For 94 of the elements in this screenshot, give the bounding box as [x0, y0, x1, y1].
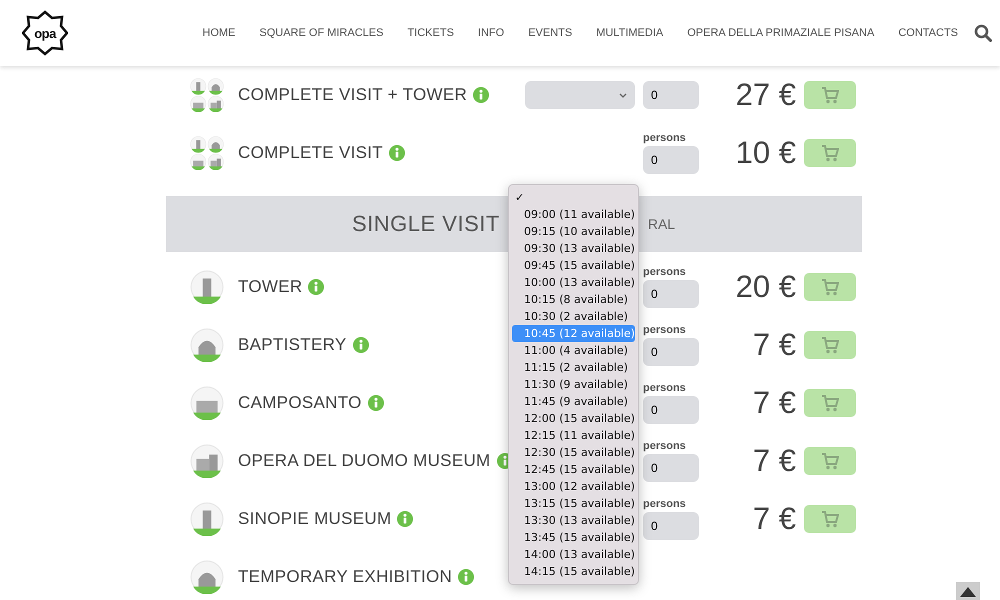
monument-icon: [190, 328, 224, 362]
time-dropdown-menu[interactable]: [508, 184, 639, 585]
time-option[interactable]: 10:30 (2 available): [512, 308, 635, 325]
time-option[interactable]: 11:45 (9 available): [512, 393, 635, 410]
quantity-field[interactable]: 0: [643, 81, 699, 109]
nav-link[interactable]: MULTIMEDIA: [584, 27, 676, 39]
ticket-name: COMPLETE VISIT + TOWER: [238, 85, 468, 105]
info-icon[interactable]: [458, 569, 474, 585]
ticket-name: SINOPIE MUSEUM: [238, 509, 392, 529]
time-option[interactable]: 11:15 (2 available): [512, 359, 635, 376]
monument-icon: [190, 270, 224, 304]
time-option[interactable]: 10:15 (8 available): [512, 291, 635, 308]
info-icon[interactable]: [368, 395, 384, 411]
price: 10 €: [734, 135, 796, 171]
time-option[interactable]: 12:45 (15 available): [512, 461, 635, 478]
add-to-cart-button[interactable]: [804, 331, 856, 359]
time-option[interactable]: 09:30 (13 available): [512, 240, 635, 257]
info-icon[interactable]: [352, 337, 368, 353]
ticket-name: OPERA DEL DUOMO MUSEUM: [238, 451, 491, 471]
quantity-field[interactable]: 0: [643, 454, 699, 482]
time-option[interactable]: 11:30 (9 available): [512, 376, 635, 393]
time-option[interactable]: 13:00 (12 available): [512, 478, 635, 495]
chevron-down-icon[interactable]: [619, 93, 627, 98]
quantity-field[interactable]: 0: [643, 338, 699, 366]
nav-link[interactable]: OPERA DELLA PRIMAZIALE PISANA: [675, 27, 886, 39]
scroll-up-icon[interactable]: [959, 584, 977, 598]
price: 7 €: [752, 327, 796, 363]
time-option[interactable]: 09:45 (15 available): [512, 257, 635, 274]
quantity-field[interactable]: 0: [643, 146, 699, 174]
ticket-name: TEMPORARY EXHIBITION: [238, 567, 452, 587]
time-option[interactable]: 13:45 (15 available): [512, 529, 635, 546]
persons-label: persons: [643, 132, 686, 144]
cart-icon: [821, 144, 839, 162]
time-option[interactable]: 10:00 (13 available): [512, 274, 635, 291]
quantity-field[interactable]: 0: [643, 512, 699, 540]
monument-icon: [190, 444, 224, 478]
persons-label: persons: [643, 498, 686, 510]
time-option[interactable]: 12:00 (15 available): [512, 410, 635, 427]
monument-icon: [190, 502, 224, 536]
ticket-name: COMPLETE VISIT: [238, 143, 383, 163]
persons-label: persons: [643, 324, 686, 336]
cart-icon: [821, 336, 839, 354]
nav-link[interactable]: INFO: [466, 27, 516, 39]
section-title: SINGLE VISIT: [352, 211, 500, 237]
add-to-cart-button[interactable]: [804, 139, 856, 167]
time-option[interactable]: 12:15 (11 available): [512, 427, 635, 444]
add-to-cart-button[interactable]: [804, 273, 856, 301]
cart-icon: [821, 452, 839, 470]
persons-label: persons: [643, 382, 686, 394]
ticket-name: BAPTISTERY: [238, 335, 346, 355]
monument-icon: [190, 386, 224, 420]
price: 7 €: [752, 501, 796, 537]
cart-icon: [821, 510, 839, 528]
ticket-name: TOWER: [238, 277, 302, 297]
persons-label: persons: [643, 440, 686, 452]
quantity-field[interactable]: 0: [643, 396, 699, 424]
price: 7 €: [752, 385, 796, 421]
monuments-icon: [190, 136, 224, 170]
quantity-field[interactable]: 0: [643, 280, 699, 308]
info-icon[interactable]: [473, 87, 490, 103]
nav-link[interactable]: TICKETS: [395, 27, 466, 39]
add-to-cart-button[interactable]: [804, 505, 856, 533]
nav-link[interactable]: HOME: [190, 27, 248, 39]
info-icon[interactable]: [397, 511, 414, 527]
add-to-cart-button[interactable]: [804, 447, 856, 475]
time-option[interactable]: 13:30 (13 available): [512, 512, 635, 529]
nav-link[interactable]: CONTACTS: [886, 27, 970, 39]
search-icon[interactable]: [974, 24, 992, 42]
info-icon[interactable]: [308, 279, 324, 295]
add-to-cart-button[interactable]: [804, 81, 856, 109]
nav-link[interactable]: SQUARE OF MIRACLES: [247, 27, 396, 39]
time-option[interactable]: 13:15 (15 available): [512, 495, 635, 512]
time-option[interactable]: 14:15 (15 available): [512, 563, 635, 580]
cart-icon: [821, 394, 839, 412]
check-mark: ✓: [514, 190, 526, 206]
cart-icon: [821, 86, 839, 104]
monument-icon: [190, 560, 224, 594]
time-option[interactable]: 11:00 (4 available): [512, 342, 635, 359]
time-option[interactable]: 09:00 (11 available): [512, 206, 635, 223]
monuments-icon: [190, 78, 224, 112]
time-option[interactable]: 12:30 (15 available): [512, 444, 635, 461]
logo[interactable]: opa: [22, 10, 68, 56]
section-subtitle: RAL: [648, 216, 676, 232]
nav-link[interactable]: EVENTS: [516, 27, 584, 39]
price: 27 €: [734, 77, 796, 113]
cart-icon: [821, 278, 839, 296]
info-icon[interactable]: [388, 145, 405, 161]
ticket-name: CAMPOSANTO: [238, 393, 362, 413]
price: 7 €: [752, 443, 796, 479]
price: 20 €: [734, 269, 796, 305]
add-to-cart-button[interactable]: [804, 389, 856, 417]
time-option[interactable]: 14:00 (13 available): [512, 546, 635, 563]
time-option[interactable]: 09:15 (10 available): [512, 223, 635, 240]
persons-label: persons: [643, 266, 686, 278]
